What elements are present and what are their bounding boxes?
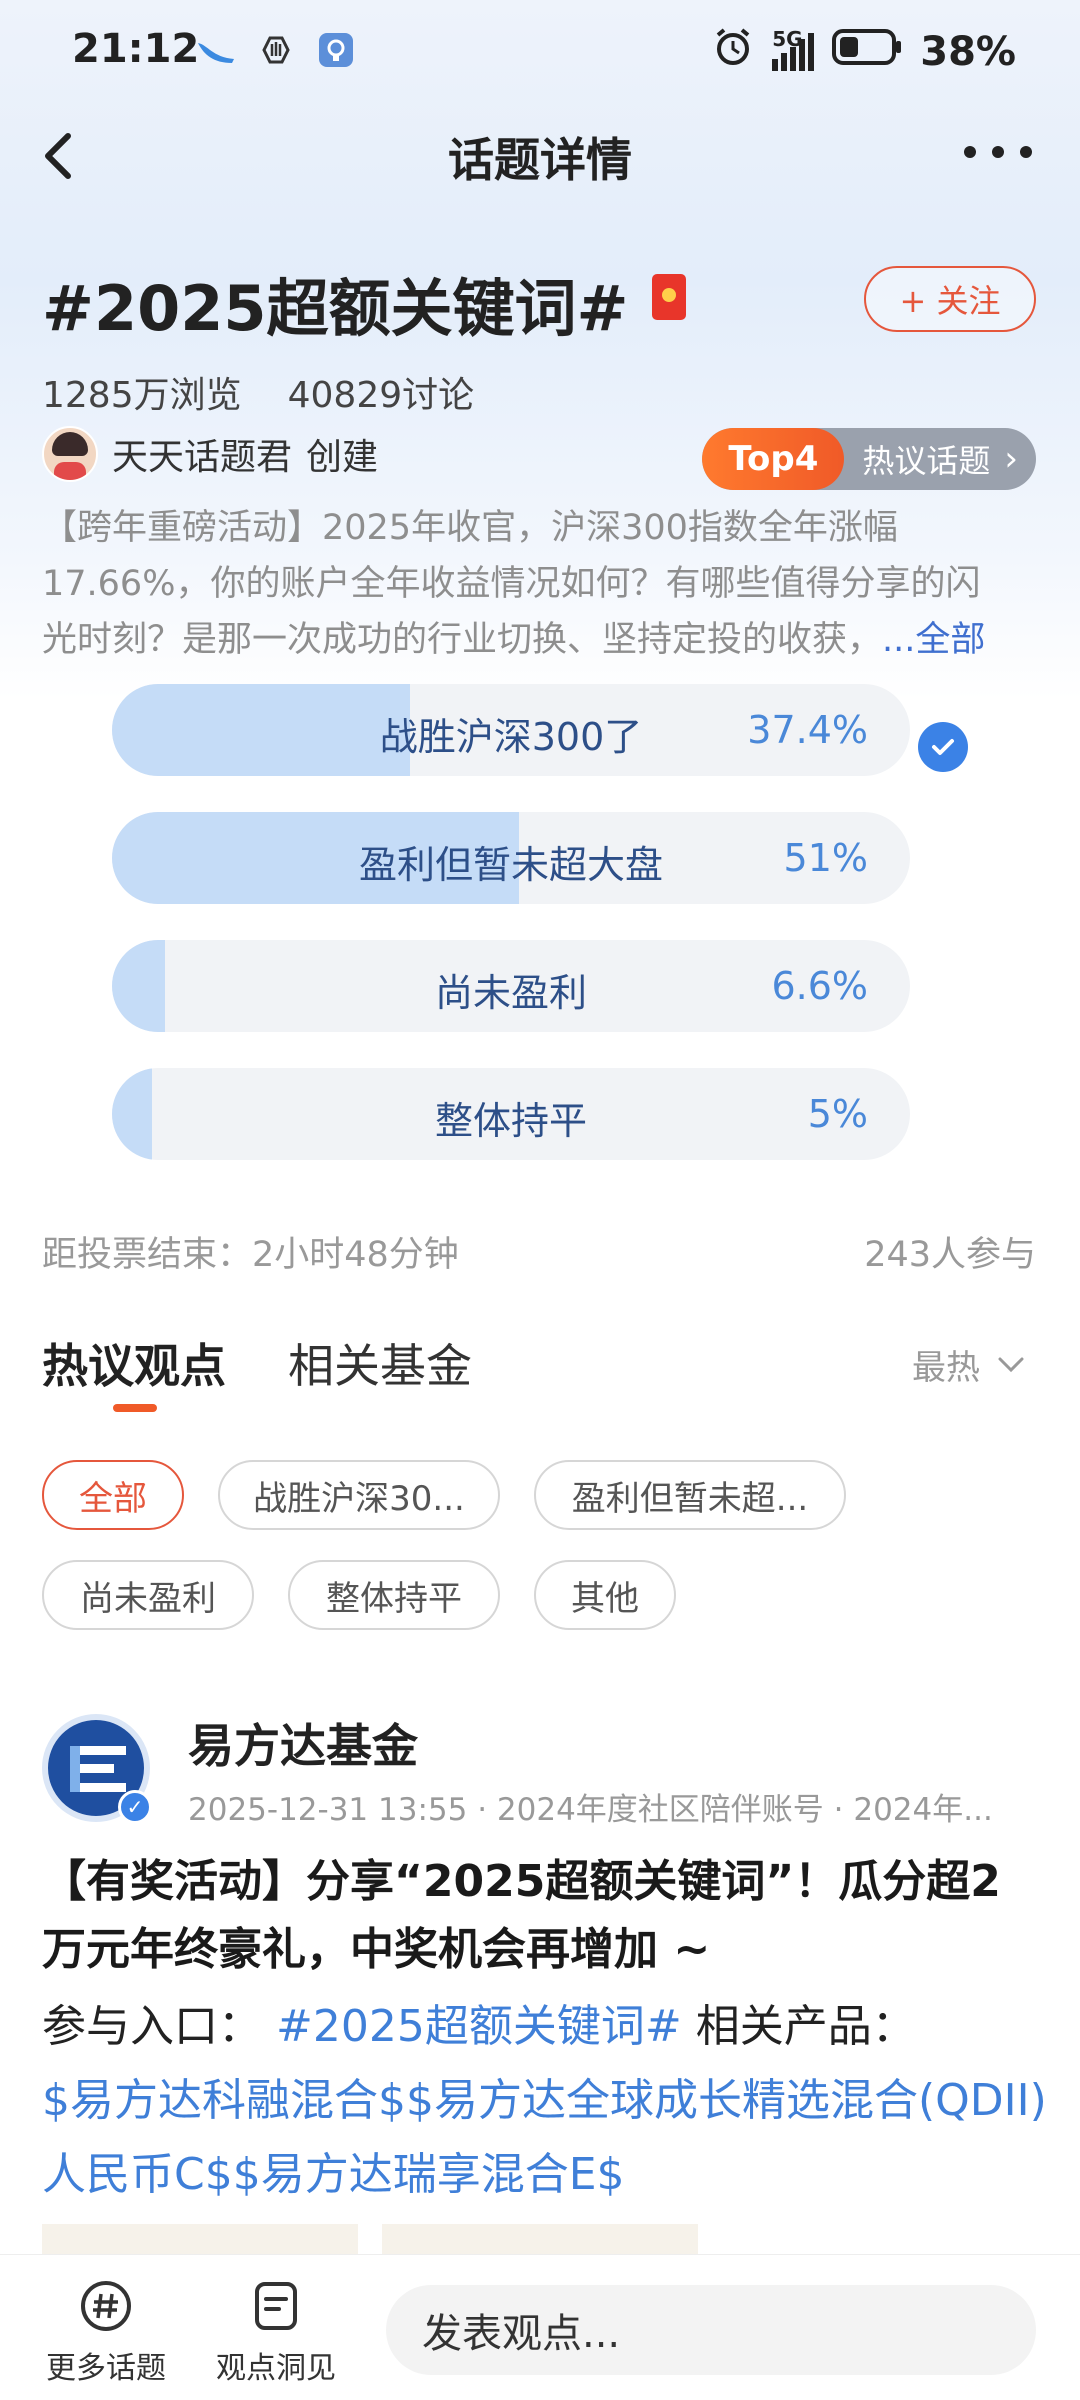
hand-icon [256,30,296,70]
topic-description: 【跨年重磅活动】2025年收官，沪深300指数全年涨幅 17.66%，你的账户全… [42,500,1042,668]
chevron-down-icon [998,1357,1024,1372]
poll-option[interactable]: 整体持平 5% [112,1068,910,1160]
alarm-icon [712,26,754,78]
comment-input[interactable]: 发表观点... [386,2285,1036,2375]
poll-option[interactable]: 战胜沪深300了 37.4% [112,684,910,776]
top-nav: 话题详情 [0,110,1080,200]
poll-option-percent: 51% [783,836,868,880]
description-line: 光时刻？是那一次成功的行业切换、坚持定投的收获，...全部 [42,612,1042,668]
views-count: 1285万浏览 [42,375,242,416]
creator-row[interactable]: 天天话题君 创建 [42,426,378,482]
filter-chip[interactable]: 尚未盈利 [42,1560,254,1630]
more-button[interactable] [964,138,1032,166]
entry-label: 参与入口： [42,2001,262,2052]
battery-percent: 38% [920,29,1016,75]
poll-option-percent: 5% [807,1092,868,1136]
creator-name[interactable]: 天天话题君 [112,428,292,480]
network-type: 5G [772,27,803,51]
creator-avatar[interactable] [42,426,98,482]
post-author-name[interactable]: 易方达基金 [188,1710,418,1776]
more-dot [964,146,976,158]
participants-count: 243人参与 [864,1235,1036,1275]
signal-icon: 5G [772,27,815,71]
creator-suffix: 创建 [306,437,379,478]
battery-icon [832,28,902,76]
poll-option[interactable]: 尚未盈利 6.6% [112,940,910,1032]
more-dot [1020,146,1032,158]
more-topics-label: 更多话题 [46,2351,166,2386]
rank-number: Top4 [702,428,845,490]
product-links[interactable]: $易方达科融混合$$易方达全球成长精选混合(QDII)人民币C$$易方达瑞享混合… [42,2075,1047,2200]
sort-label: 最热 [912,1348,980,1388]
description-line-text: 光时刻？是那一次成功的行业切换、坚持定投的收获， [42,620,883,660]
follow-button[interactable]: + 关注 [864,266,1036,332]
app-icon [316,30,356,70]
discussions-count: 40829讨论 [287,375,475,416]
poll-option-percent: 6.6% [771,964,868,1008]
bird-icon [196,30,236,70]
status-left-icons [196,30,356,70]
sort-dropdown[interactable]: 最热 [912,1340,1026,1389]
topic-title: #2025超额关键词# [42,272,629,345]
description-line: 【跨年重磅活动】2025年收官，沪深300指数全年涨幅 [42,508,898,548]
rank-label: 热议话题 [862,442,991,480]
insights-label: 观点洞见 [216,2351,336,2386]
status-bar: 21:12 5G 38% [0,0,1080,100]
status-right: 5G 38% [712,26,1016,78]
vote-end-time: 距投票结束：2小时48分钟 [42,1235,459,1275]
products-label: 相关产品： [695,2001,916,2052]
insights-button[interactable]: 观点洞见 [206,2279,346,2387]
filter-chip[interactable]: 盈利但暂未超... [534,1460,846,1530]
selected-check-icon [918,722,968,772]
topic-stats: 1285万浏览 40829讨论 [42,366,474,418]
post-meta: 2025-12-31 13:55 · 2024年度社区陪伴账号 · 2024年.… [188,1792,993,1828]
more-dot [992,146,1004,158]
rank-badge[interactable]: Top4 热议话题 › [702,428,1036,490]
post-image-thumbnail[interactable] [382,2224,698,2254]
fund-logo-icon [70,1746,126,1792]
active-tab-indicator [113,1404,157,1412]
chevron-right-icon: › [1004,439,1018,479]
expand-description-link[interactable]: ...全部 [882,620,985,660]
filter-chip[interactable]: 其他 [534,1560,676,1630]
filter-chip[interactable]: 整体持平 [288,1560,500,1630]
tab-hot-opinions[interactable]: 热议观点 [42,1330,226,1396]
red-packet-icon[interactable] [652,274,686,320]
filter-chip[interactable]: 战胜沪深30... [218,1460,500,1530]
hashtag-icon [81,2281,131,2331]
topic-link[interactable]: #2025超额关键词# [276,2001,682,2052]
page-title: 话题详情 [448,133,632,187]
verified-icon: ✓ [118,1790,152,1824]
post-body: 参与入口： #2025超额关键词# 相关产品： $易方达科融混合$$易方达全球成… [42,1990,1052,2212]
filter-chip-all[interactable]: 全部 [42,1460,184,1530]
description-line: 17.66%，你的账户全年收益情况如何？有哪些值得分享的闪 [42,564,981,604]
post-image-thumbnail[interactable] [42,2224,358,2254]
bottom-bar: 更多话题 观点洞见 发表观点... [0,2254,1080,2400]
poll-option[interactable]: 盈利但暂未超大盘 51% [112,812,910,904]
tab-related-funds[interactable]: 相关基金 [288,1330,472,1396]
poll-option-label: 整体持平 [434,1099,587,1143]
document-icon [255,2282,297,2330]
poll-option-percent: 37.4% [747,708,868,752]
status-time: 21:12 [72,26,200,72]
post-title[interactable]: 【有奖活动】分享“2025超额关键词”！瓜分超2万元年终豪礼，中奖机会再增加 ~ [42,1848,1042,1984]
more-topics-button[interactable]: 更多话题 [36,2279,176,2387]
